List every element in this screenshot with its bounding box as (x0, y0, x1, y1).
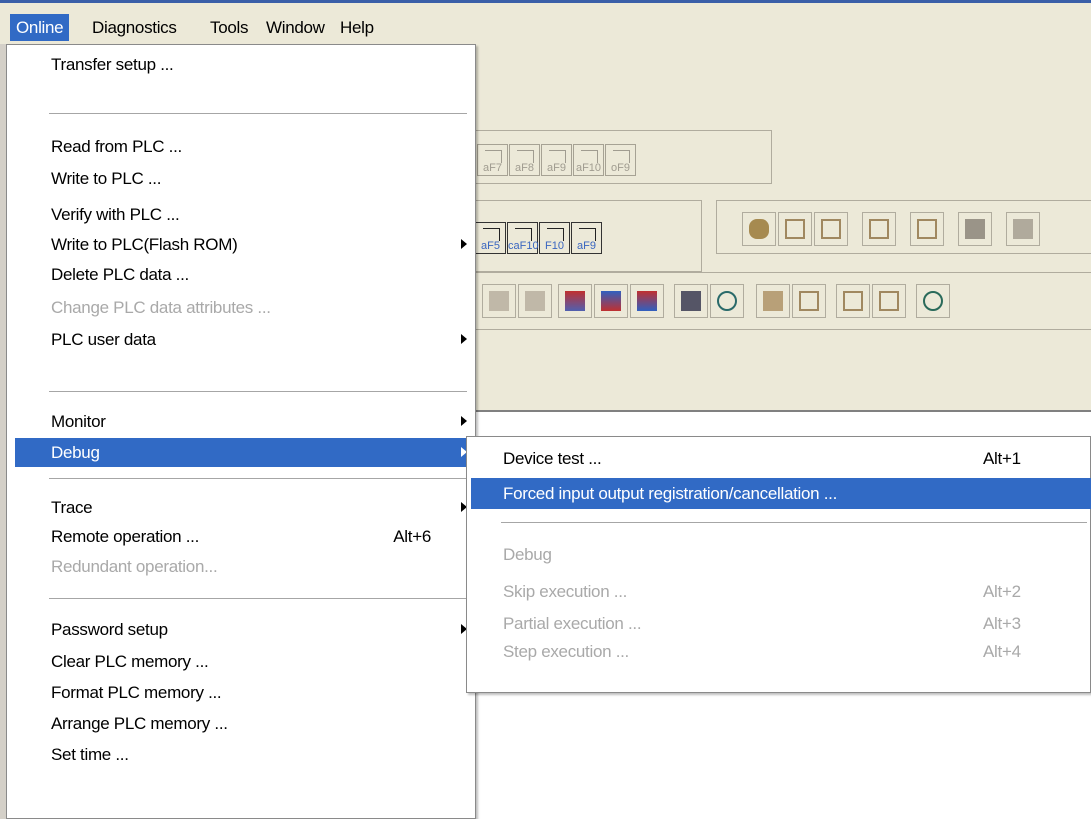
menu-separator (49, 598, 467, 600)
menu-item-clear-plc-memory[interactable]: Clear PLC memory ... (15, 647, 471, 676)
toolbar-key-af5[interactable]: aF5 (475, 222, 506, 254)
menu-item-arrange-plc-memory[interactable]: Arrange PLC memory ... (15, 709, 471, 738)
menu-item-remote-operation[interactable]: Remote operation ... Alt+6 (15, 522, 471, 551)
find-coil-icon[interactable] (814, 212, 848, 246)
toolbar-key-af10[interactable]: aF10 (573, 144, 604, 176)
toolbar-key-af9[interactable]: aF9 (571, 222, 602, 254)
menu-online[interactable]: Online (10, 14, 70, 41)
find-instruction-icon[interactable] (862, 212, 896, 246)
toolbar-key-af8[interactable]: aF8 (509, 144, 540, 176)
menu-item-transfer-setup[interactable]: Transfer setup ... (15, 50, 471, 79)
find-contact-icon[interactable] (778, 212, 812, 246)
find-device-icon[interactable] (742, 212, 776, 246)
menu-item-write-to-plc[interactable]: Write to PLC ... (15, 164, 471, 193)
shortcut-label: Alt+1 (983, 449, 1021, 468)
comment-edit-icon[interactable] (756, 284, 790, 318)
statement-edit-icon[interactable] (792, 284, 826, 318)
menu-item-plc-user-data[interactable]: PLC user data (15, 325, 471, 354)
monitor-write-icon[interactable] (594, 284, 628, 318)
menu-item-write-to-plc-flash-rom[interactable]: Write to PLC(Flash ROM) (15, 230, 471, 259)
menu-item-set-time[interactable]: Set time ... (15, 740, 471, 769)
menu-separator (49, 113, 467, 115)
close-window-icon[interactable] (872, 284, 906, 318)
menu-item-trace[interactable]: Trace (15, 493, 471, 522)
menu-item-change-plc-data-attributes: Change PLC data attributes ... (51, 298, 271, 317)
menu-item-password-setup[interactable]: Password setup (15, 615, 471, 644)
shortcut-label: Alt+3 (983, 614, 1021, 633)
shortcut-label: Alt+4 (983, 642, 1021, 661)
submenu-item-skip-execution: Skip execution ... Alt+2 (471, 576, 1091, 607)
menu-window[interactable]: Window (260, 14, 331, 41)
menu-separator (49, 391, 467, 393)
menu-diagnostics[interactable]: Diagnostics (86, 14, 183, 41)
submenu-item-debug: Debug (503, 545, 552, 564)
submenu-item-forced-io-registration[interactable]: Forced input output registration/cancell… (471, 478, 1091, 509)
device-list-icon[interactable] (958, 212, 992, 246)
submenu-item-partial-execution: Partial execution ... Alt+3 (471, 608, 1091, 639)
menu-item-read-from-plc[interactable]: Read from PLC ... (15, 132, 471, 161)
menu-help[interactable]: Help (334, 14, 380, 41)
menu-item-monitor[interactable]: Monitor (15, 407, 471, 436)
menu-bar: Online Diagnostics Tools Window Help (0, 0, 1091, 44)
open-window-icon[interactable] (836, 284, 870, 318)
menu-item-debug[interactable]: Debug (15, 438, 471, 467)
debug-submenu: Device test ... Alt+1 Forced input output… (466, 436, 1091, 693)
ladder-monitor-icon[interactable] (558, 284, 592, 318)
toolbar-key-f10[interactable]: F10 (539, 222, 570, 254)
register-monitor-icon[interactable] (630, 284, 664, 318)
menu-separator (501, 522, 1087, 523)
shortcut-label: Alt+2 (983, 582, 1021, 601)
entry-data-monitor-icon[interactable] (674, 284, 708, 318)
help-icon[interactable] (916, 284, 950, 318)
toolbar-key-caf10[interactable]: caF10 (507, 222, 539, 254)
device-test-icon[interactable] (710, 284, 744, 318)
menu-item-verify-with-plc[interactable]: Verify with PLC ... (15, 200, 471, 229)
online-menu: Transfer setup ... Read from PLC ... Wri… (6, 44, 476, 819)
toolbar-key-of9[interactable]: oF9 (605, 144, 636, 176)
submenu-item-device-test[interactable]: Device test ... Alt+1 (471, 443, 1091, 474)
statement-icon[interactable] (518, 284, 552, 318)
cross-reference-icon[interactable] (910, 212, 944, 246)
shortcut-label: Alt+6 (393, 527, 431, 546)
submenu-arrow-icon (461, 334, 467, 344)
menu-item-delete-plc-data[interactable]: Delete PLC data ... (15, 260, 471, 289)
comment-icon[interactable] (482, 284, 516, 318)
submenu-arrow-icon (461, 239, 467, 249)
menu-item-redundant-operation: Redundant operation... (51, 557, 218, 576)
toolbar-key-af9[interactable]: aF9 (541, 144, 572, 176)
submenu-arrow-icon (461, 416, 467, 426)
menu-separator (49, 478, 467, 480)
menu-tools[interactable]: Tools (204, 14, 254, 41)
device-batch-icon[interactable] (1006, 212, 1040, 246)
menu-item-format-plc-memory[interactable]: Format PLC memory ... (15, 678, 471, 707)
submenu-item-step-execution: Step execution ... Alt+4 (471, 636, 1091, 667)
toolbar-key-af7[interactable]: aF7 (477, 144, 508, 176)
